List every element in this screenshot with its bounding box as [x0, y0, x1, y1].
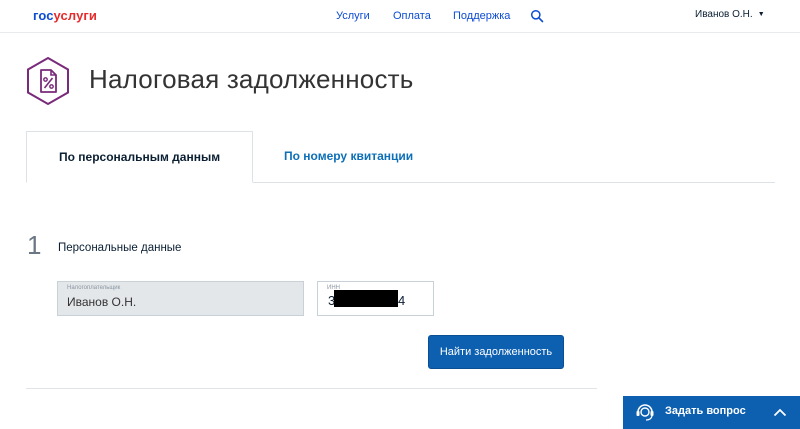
inn-value-end: 4: [398, 293, 406, 308]
gosuslugi-logo[interactable]: госуслуги: [33, 8, 97, 23]
tax-percent-document-icon: [27, 56, 69, 106]
find-debt-button[interactable]: Найти задолженность: [428, 335, 564, 369]
page-title: Налоговая задолженность: [89, 64, 414, 94]
taxpayer-field: Налогоплательщик Иванов О.Н.: [57, 281, 304, 316]
tab-receipt-number[interactable]: По номеру квитанции: [284, 149, 413, 163]
step-number: 1: [27, 230, 42, 260]
logo-part-uslugi: услуги: [53, 8, 98, 23]
chevron-down-icon: ▼: [757, 11, 765, 18]
tab-personal-data[interactable]: По персональным данным: [26, 131, 253, 183]
chevron-up-icon[interactable]: [773, 407, 787, 417]
section-divider: [26, 388, 597, 389]
step-label: Персональные данные: [58, 242, 182, 254]
taxpayer-field-label: Налогоплательщик: [67, 285, 121, 291]
inn-field[interactable]: ИНН 3 4: [317, 281, 434, 316]
nav-support[interactable]: Поддержка: [453, 10, 510, 22]
logo-part-gos: гос: [33, 8, 54, 23]
user-menu[interactable]: Иванов О.Н. ▼: [695, 9, 765, 20]
taxpayer-field-value: Иванов О.Н.: [67, 295, 137, 309]
user-name: Иванов О.Н.: [695, 9, 753, 20]
ask-question-label: Задать вопрос: [665, 405, 746, 417]
search-icon[interactable]: [530, 9, 544, 23]
tab-personal-data-label: По персональным данным: [59, 150, 221, 164]
nav-payment[interactable]: Оплата: [393, 10, 431, 22]
nav-services[interactable]: Услуги: [336, 10, 370, 22]
ask-question-widget[interactable]: Задать вопрос: [623, 396, 800, 429]
top-header: госуслуги Услуги Оплата Поддержка Иванов…: [0, 0, 800, 33]
support-chat-icon: [636, 404, 654, 421]
inn-redaction: [334, 290, 398, 307]
